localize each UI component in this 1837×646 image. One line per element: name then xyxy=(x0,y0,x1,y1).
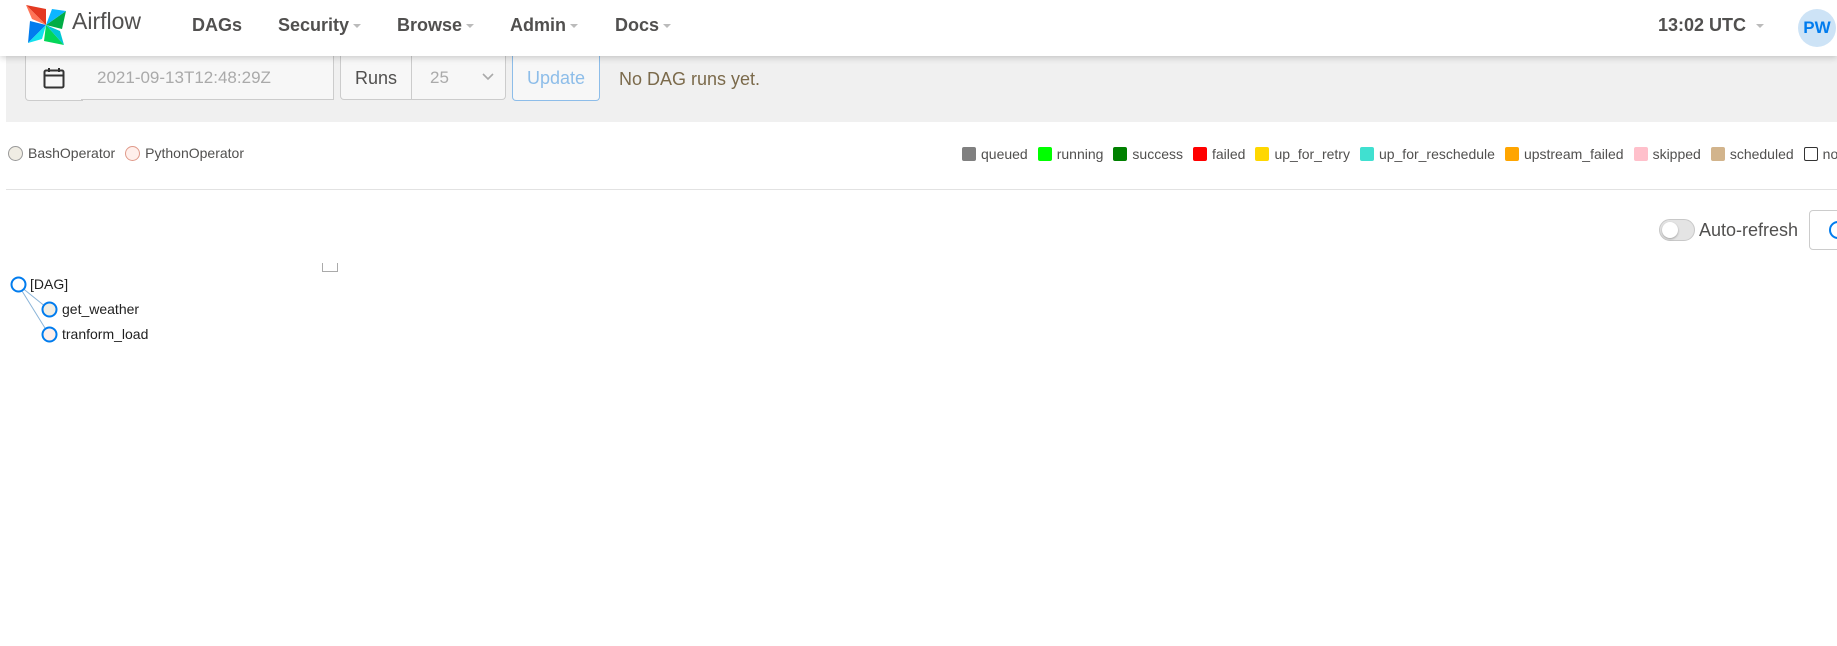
state-color-swatch xyxy=(1113,147,1128,161)
airflow-pinwheel-icon xyxy=(26,5,66,45)
operator-label: PythonOperator xyxy=(145,145,245,161)
status-message: No DAG runs yet. xyxy=(619,69,761,89)
calendar-icon xyxy=(43,68,65,89)
state-label: no_s xyxy=(1822,146,1837,162)
chevron-down-icon xyxy=(482,73,494,81)
refresh-icon xyxy=(1829,221,1837,239)
tree-task-label[interactable]: tranform_load xyxy=(62,326,148,342)
state-legend-item[interactable]: up_for_retry xyxy=(1255,146,1350,162)
operator-color-swatch xyxy=(125,145,141,161)
state-color-swatch xyxy=(1504,147,1519,161)
state-color-swatch xyxy=(1633,147,1648,161)
user-avatar[interactable]: PW xyxy=(1798,9,1836,47)
brand-name: Airflow xyxy=(72,7,142,34)
operator-legend-item: BashOperator xyxy=(8,145,115,161)
dag-root-node[interactable] xyxy=(10,276,27,293)
refresh-button[interactable] xyxy=(1809,210,1837,250)
state-color-swatch xyxy=(1359,147,1374,161)
state-label: failed xyxy=(1212,146,1246,162)
legend-divider xyxy=(6,189,1837,190)
state-legend-item[interactable]: queued xyxy=(962,146,1028,162)
state-legend-item[interactable]: up_for_reschedule xyxy=(1359,146,1495,162)
state-color-swatch xyxy=(1037,147,1052,161)
operator-legend: BashOperator PythonOperator xyxy=(8,145,254,161)
filter-bar: 2021-09-13T12:48:29Z Runs 25 Update No D… xyxy=(6,56,1837,122)
clock-time: 13:02 UTC xyxy=(1658,15,1747,35)
nav-dags[interactable]: DAGs xyxy=(192,15,242,36)
state-legend-item[interactable]: failed xyxy=(1193,146,1245,162)
state-legend-item[interactable]: running xyxy=(1037,146,1104,162)
state-label: up_for_retry xyxy=(1274,146,1350,162)
state-label: running xyxy=(1056,146,1104,162)
utc-clock[interactable]: 13:02 UTC xyxy=(1658,15,1765,36)
state-label: upstream_failed xyxy=(1523,146,1624,162)
nav-security-label: Security xyxy=(278,15,350,35)
state-legend-item[interactable]: no_s xyxy=(1803,146,1837,162)
state-legend-item[interactable]: scheduled xyxy=(1710,146,1794,162)
chevron-down-icon xyxy=(1756,24,1765,29)
nav-browse-label: Browse xyxy=(397,15,463,35)
chevron-down-icon xyxy=(570,24,578,29)
state-label: scheduled xyxy=(1729,146,1794,162)
nav-browse[interactable]: Browse xyxy=(397,15,475,36)
chevron-down-icon xyxy=(466,24,475,29)
state-label: success xyxy=(1132,146,1183,162)
tree-root-label[interactable]: [DAG] xyxy=(30,276,68,292)
nav-docs-label: Docs xyxy=(615,15,660,35)
state-legend-item[interactable]: success xyxy=(1113,146,1183,162)
nav-dags-label: DAGs xyxy=(192,15,243,35)
update-button[interactable]: Update xyxy=(512,56,600,101)
nav-admin[interactable]: Admin xyxy=(510,15,578,36)
state-color-swatch xyxy=(1193,147,1207,161)
runs-select-value: 25 xyxy=(430,68,449,87)
navbar: Airflow DAGs Security Browse Admin Docs … xyxy=(0,0,1837,56)
state-label: skipped xyxy=(1652,146,1701,162)
nav-docs[interactable]: Docs xyxy=(615,15,672,36)
state-color-swatch xyxy=(962,147,976,161)
base-date-input[interactable]: 2021-09-13T12:48:29Z xyxy=(81,56,334,100)
auto-refresh-toggle[interactable] xyxy=(1659,219,1695,241)
state-color-swatch xyxy=(1255,147,1270,161)
state-color-swatch xyxy=(1710,147,1725,161)
state-label: up_for_reschedule xyxy=(1378,146,1495,162)
chevron-down-icon xyxy=(353,24,362,29)
state-label: queued xyxy=(981,146,1028,162)
calendar-button[interactable] xyxy=(25,56,83,101)
state-color-swatch xyxy=(1803,147,1818,161)
operator-legend-item: PythonOperator xyxy=(125,145,244,161)
nav-admin-label: Admin xyxy=(510,15,566,35)
toggle-knob xyxy=(1662,222,1678,238)
operator-label: BashOperator xyxy=(28,145,116,161)
task-node-get-weather[interactable] xyxy=(41,301,58,318)
operator-color-swatch xyxy=(8,145,23,161)
nav-security[interactable]: Security xyxy=(278,15,362,36)
tree-view: [DAG] get_weather tranform_load xyxy=(0,260,400,380)
tree-task-label[interactable]: get_weather xyxy=(62,301,139,317)
auto-refresh-label: Auto-refresh xyxy=(1699,220,1799,240)
chevron-down-icon xyxy=(663,24,672,29)
task-node-tranform-load[interactable] xyxy=(41,326,58,343)
state-legend: queued running success failed up_for_ret… xyxy=(962,146,1837,162)
state-legend-item[interactable]: upstream_failed xyxy=(1504,146,1624,162)
runs-select[interactable]: 25 xyxy=(412,56,506,100)
runs-label: Runs xyxy=(340,56,412,100)
airflow-logo-link[interactable]: Airflow xyxy=(24,2,141,48)
state-legend-item[interactable]: skipped xyxy=(1633,146,1701,162)
